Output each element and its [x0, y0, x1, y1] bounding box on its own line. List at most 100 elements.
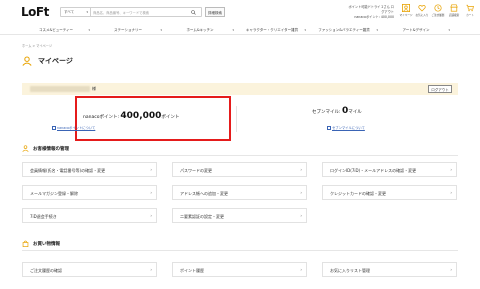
external-link-icon	[52, 126, 56, 130]
card-label: アドレス帳への追加・変更	[180, 190, 228, 196]
chevron-right-icon: ›	[300, 190, 302, 195]
seven-info-text: セブンマイルについて	[332, 126, 365, 130]
user-info: ポイント可能ドトライ 2さん ログアウト nanacoポイント: 400,000	[348, 5, 395, 20]
chevron-right-icon: ›	[150, 190, 152, 195]
nanaco-value: 400,000	[120, 111, 162, 121]
shopping-bag-icon	[22, 240, 29, 247]
history-link[interactable]: ご注文履歴	[430, 4, 446, 22]
shopping-section-label: お買い物情報	[33, 241, 60, 247]
card-mail-magazine[interactable]: メールマガジン登録・解除 ›	[22, 185, 157, 200]
nav-home-kitchen[interactable]: ホーム&キッチン ▾	[164, 25, 236, 34]
chevron-down-icon: ▾	[232, 28, 234, 32]
card-credit-card[interactable]: クレジットカードの確認・変更 ›	[322, 185, 457, 200]
mypage-icon	[402, 4, 410, 12]
page-title-row: マイページ	[22, 54, 73, 68]
search-bar: すべて ▾ 商品名、商品番号、キーワードで検索	[60, 7, 202, 17]
shopping-section-title: お買い物情報	[22, 240, 60, 247]
card-label: ポイント履歴	[180, 267, 204, 273]
card-label: クレジットカードの確認・変更	[330, 190, 386, 196]
cart-icon	[466, 4, 474, 12]
chevron-right-icon: ›	[300, 267, 302, 272]
site-header: LoFt すべて ▾ 商品名、商品番号、キーワードで検索 詳細検索 ポイント可能…	[0, 0, 480, 24]
account-section-title: お客様情報の管理	[22, 145, 69, 152]
chevron-right-icon: ›	[150, 213, 152, 218]
logout-button[interactable]: ログアウト	[428, 85, 452, 93]
seven-mile-points: セブンマイル: 0マイル	[312, 106, 362, 116]
member-strip: 様 ログアウト	[22, 83, 458, 95]
external-link-icon	[327, 126, 331, 130]
seven-unit: マイル	[348, 110, 362, 115]
search-input[interactable]: 商品名、商品番号、キーワードで検索	[93, 8, 185, 16]
nav-label: ホーム&キッチン	[186, 28, 214, 32]
mypage-link[interactable]: マイページ	[398, 4, 414, 22]
nav-character[interactable]: キャラクター・クリエイター雑貨 ▾	[236, 25, 308, 34]
chevron-right-icon: ›	[300, 167, 302, 172]
nav-label: ファッション&バラエティー雑貨	[318, 28, 370, 32]
nanaco-unit: ポイント	[161, 115, 180, 120]
user-greeting[interactable]: ポイント可能ドトライ 2さん ログアウト	[348, 5, 395, 15]
chevron-down-icon: ▾	[304, 28, 306, 32]
shop-link[interactable]: 店舗検索	[446, 4, 462, 22]
card-two-factor[interactable]: 二要素認証の設定・変更 ›	[172, 208, 307, 223]
nav-label: ステーショナリー	[114, 28, 142, 32]
card-address-book[interactable]: アドレス帳への追加・変更 ›	[172, 185, 307, 200]
chevron-down-icon: ▾	[376, 28, 378, 32]
card-label: ご注文履歴の確認	[30, 267, 62, 273]
nav-art-design[interactable]: アート&デザイン ▾	[380, 25, 452, 34]
breadcrumb[interactable]: ホーム > マイページ	[22, 43, 52, 48]
account-section-label: お客様情報の管理	[33, 146, 69, 152]
loft-logo[interactable]: LoFt	[21, 5, 49, 19]
card-login-id[interactable]: ログインID(7iD)・メールアドレスの確認・変更 ›	[322, 162, 457, 177]
points-divider	[236, 106, 237, 132]
cart-link[interactable]: カート	[462, 4, 478, 22]
card-label: 二要素認証の設定・変更	[180, 213, 224, 219]
card-member-info[interactable]: 会員情報(氏名・電話番号等)の確認・変更 ›	[22, 162, 157, 177]
chevron-right-icon: ›	[150, 167, 152, 172]
section-divider	[22, 250, 458, 251]
chevron-right-icon: ›	[450, 167, 452, 172]
nav-fashion[interactable]: ファッション&バラエティー雑貨 ▾	[308, 25, 380, 34]
nav-stationery[interactable]: ステーショナリー ▾	[92, 25, 164, 34]
search-icon[interactable]	[191, 9, 196, 15]
mypage-label: マイページ	[399, 14, 413, 17]
nanaco-points-highlight: nanacoポイント: 400,000ポイント	[75, 96, 231, 141]
favorite-link[interactable]: お気に入り	[414, 4, 430, 22]
card-label: 会員情報(氏名・電話番号等)の確認・変更	[30, 167, 106, 173]
chevron-right-icon: ›	[150, 267, 152, 272]
seven-info-link[interactable]: セブンマイルについて	[327, 125, 365, 130]
card-password[interactable]: パスワードの変更 ›	[172, 162, 307, 177]
chevron-down-icon: ▾	[448, 28, 450, 32]
shop-icon	[450, 4, 458, 12]
card-favorites[interactable]: お気に入りリスト管理 ›	[322, 262, 457, 277]
card-point-history[interactable]: ポイント履歴 ›	[172, 262, 307, 277]
nanaco-info-link[interactable]: nanacoポイントについて	[52, 125, 95, 130]
chevron-right-icon: ›	[450, 190, 452, 195]
points-panel: nanacoポイント: 400,000ポイント nanacoポイントについて セ…	[22, 96, 458, 141]
page-title: マイページ	[38, 57, 73, 65]
card-label: パスワードの変更	[180, 167, 212, 173]
card-order-history[interactable]: ご注文履歴の確認 ›	[22, 262, 157, 277]
chevron-right-icon: ›	[300, 213, 302, 218]
history-label: ご注文履歴	[431, 14, 445, 17]
chevron-right-icon: ›	[450, 267, 452, 272]
nav-cosme[interactable]: コスメ&ビューティー ▾	[20, 25, 92, 34]
search-category-label: すべて	[64, 10, 75, 14]
header-icons: マイページ お気に入り ご注文履歴 店舗検索 カート	[398, 4, 478, 22]
detail-search-button[interactable]: 詳細検索	[205, 7, 225, 17]
chevron-down-icon: ▾	[86, 10, 88, 14]
user-points-summary: nanacoポイント: 400,000	[354, 15, 394, 19]
nanaco-points: nanacoポイント: 400,000ポイント	[83, 111, 179, 121]
nanaco-info-text: nanacoポイントについて	[57, 126, 96, 130]
favorite-label: お気に入り	[415, 14, 429, 17]
nav-label: コスメ&ビューティー	[38, 28, 74, 32]
member-name-blurred	[30, 86, 90, 92]
seven-label: セブンマイル:	[312, 110, 342, 115]
user-icon	[22, 56, 32, 66]
card-withdraw[interactable]: 7iD退会手続き ›	[22, 208, 157, 223]
card-label: 7iD退会手続き	[30, 213, 57, 219]
shop-label: 店舗検索	[448, 14, 460, 17]
search-category-select[interactable]: すべて ▾	[61, 8, 91, 16]
favorite-icon	[418, 5, 426, 12]
nanaco-label: nanacoポイント:	[83, 115, 121, 120]
chevron-down-icon: ▾	[88, 28, 90, 32]
